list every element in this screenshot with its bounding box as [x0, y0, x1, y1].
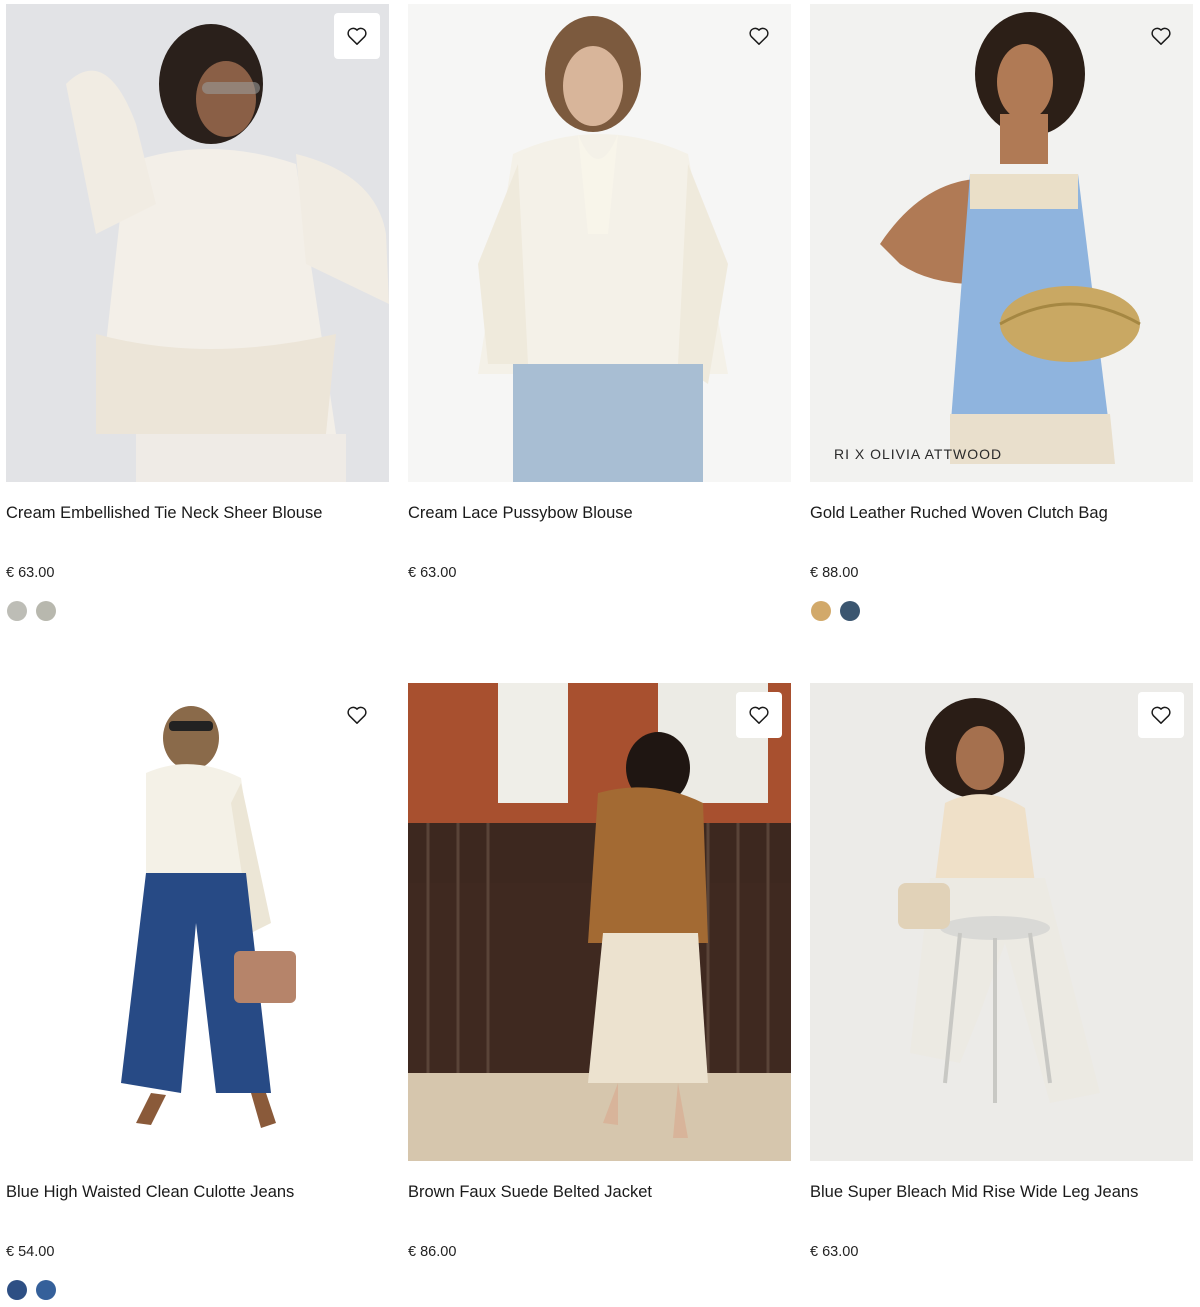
product-title[interactable]: Cream Lace Pussybow Blouse — [408, 504, 633, 523]
heart-outline-icon — [1151, 706, 1171, 724]
product-title[interactable]: Blue Super Bleach Mid Rise Wide Leg Jean… — [810, 1183, 1138, 1202]
product-price: € 63.00 — [6, 565, 55, 581]
color-swatch[interactable] — [840, 601, 860, 621]
heart-outline-icon — [749, 27, 769, 45]
heart-outline-icon — [347, 706, 367, 724]
color-swatch[interactable] — [36, 601, 56, 621]
heart-outline-icon — [1151, 27, 1171, 45]
color-swatches — [7, 1280, 56, 1300]
color-swatch[interactable] — [7, 601, 27, 621]
wishlist-button[interactable] — [736, 13, 782, 59]
product-price: € 63.00 — [408, 565, 457, 581]
heart-outline-icon — [749, 706, 769, 724]
product-price: € 63.00 — [810, 1244, 859, 1260]
product-title[interactable]: Brown Faux Suede Belted Jacket — [408, 1183, 652, 1202]
color-swatch[interactable] — [36, 1280, 56, 1300]
color-swatches — [811, 601, 860, 621]
collab-badge: RI X OLIVIA ATTWOOD — [834, 446, 1003, 462]
product-grid: Cream Embellished Tie Neck Sheer Blouse … — [0, 0, 1200, 1307]
heart-outline-icon — [347, 27, 367, 45]
product-image[interactable] — [6, 4, 389, 482]
product-price: € 54.00 — [6, 1244, 55, 1260]
wishlist-button[interactable] — [334, 13, 380, 59]
product-image[interactable] — [408, 683, 791, 1161]
product-image[interactable] — [408, 4, 791, 482]
color-swatch[interactable] — [811, 601, 831, 621]
color-swatch[interactable] — [7, 1280, 27, 1300]
wishlist-button[interactable] — [736, 692, 782, 738]
color-swatches — [7, 601, 56, 621]
product-image[interactable] — [810, 683, 1193, 1161]
wishlist-button[interactable] — [1138, 692, 1184, 738]
product-title[interactable]: Blue High Waisted Clean Culotte Jeans — [6, 1183, 294, 1202]
product-price: € 88.00 — [810, 565, 859, 581]
product-title[interactable]: Cream Embellished Tie Neck Sheer Blouse — [6, 504, 322, 523]
product-title[interactable]: Gold Leather Ruched Woven Clutch Bag — [810, 504, 1108, 523]
wishlist-button[interactable] — [1138, 13, 1184, 59]
product-image[interactable] — [6, 683, 389, 1161]
product-image[interactable]: RI X OLIVIA ATTWOOD — [810, 4, 1193, 482]
wishlist-button[interactable] — [334, 692, 380, 738]
product-price: € 86.00 — [408, 1244, 457, 1260]
